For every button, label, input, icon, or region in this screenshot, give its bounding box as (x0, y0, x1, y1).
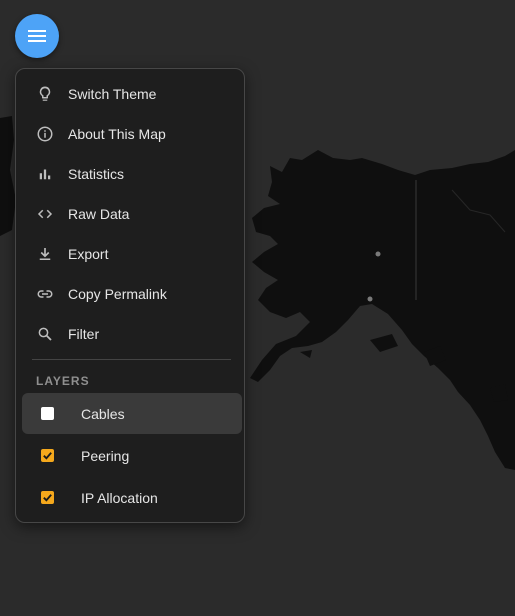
menu-item-label: Filter (68, 326, 100, 342)
checkbox-unchecked[interactable] (41, 407, 54, 420)
code-icon (22, 205, 68, 223)
bar-chart-icon (22, 165, 68, 183)
layer-item-ip-allocation[interactable]: IP Allocation (22, 477, 242, 518)
layer-label: IP Allocation (81, 489, 158, 506)
menu-item-label: About This Map (68, 126, 166, 142)
menu-item-raw-data[interactable]: Raw Data (22, 194, 240, 234)
menu-item-label: Statistics (68, 166, 125, 182)
menu-divider (32, 359, 231, 360)
checkbox-checked[interactable] (41, 449, 54, 462)
link-icon (22, 285, 68, 303)
menu-item-about[interactable]: About This Map (22, 114, 240, 154)
menu-item-label: Export (68, 246, 109, 262)
menu-item-copy-permalink[interactable]: Copy Permalink (22, 274, 240, 314)
map-point[interactable] (375, 251, 381, 257)
hamburger-icon (28, 30, 46, 42)
menu-item-switch-theme[interactable]: Switch Theme (22, 74, 240, 114)
menu-item-statistics[interactable]: Statistics (22, 154, 240, 194)
menu-toggle-button[interactable] (15, 14, 59, 58)
menu-item-label: Copy Permalink (68, 286, 167, 302)
search-icon (22, 325, 68, 343)
info-icon (22, 125, 68, 143)
menu-item-label: Switch Theme (68, 86, 157, 102)
menu-item-filter[interactable]: Filter (22, 314, 240, 354)
layer-item-peering[interactable]: Peering (22, 435, 242, 476)
checkmark-icon (43, 452, 52, 460)
menu-item-label: Raw Data (68, 206, 130, 222)
layer-label: Cables (81, 405, 125, 422)
layer-label: Peering (81, 447, 130, 464)
menu-item-export[interactable]: Export (22, 234, 240, 274)
main-menu: Switch Theme About This Map Statistics R… (15, 68, 245, 523)
lightbulb-icon (22, 85, 68, 103)
layer-item-cables[interactable]: Cables (22, 393, 242, 434)
checkmark-icon (43, 494, 52, 502)
map-point[interactable] (367, 296, 373, 302)
checkbox-checked[interactable] (41, 491, 54, 504)
download-icon (22, 245, 68, 263)
layers-heading: LAYERS (36, 374, 90, 388)
